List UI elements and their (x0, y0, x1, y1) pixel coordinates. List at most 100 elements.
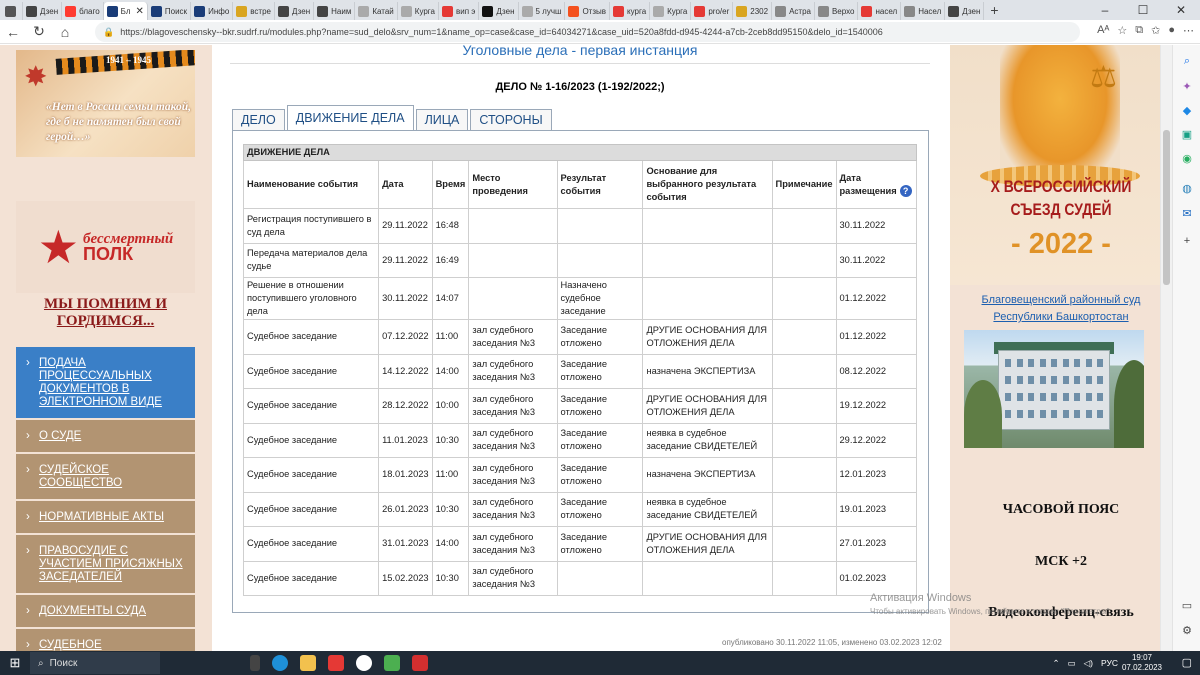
reload-icon[interactable]: ↻ (26, 23, 52, 40)
sidebar-menu-item[interactable]: › О СУДЕ (16, 420, 195, 454)
yandex-icon[interactable] (328, 655, 344, 671)
favorite-star-icon[interactable]: ☆ (1117, 24, 1127, 37)
table-row: Судебное заседание 28.12.2022 10:00 зал суд… (242, 388, 917, 424)
case-tab[interactable]: СТОРОНЫ (470, 109, 552, 131)
edge-browser-icon[interactable] (272, 655, 288, 671)
minimize-button[interactable]: – (1086, 0, 1124, 20)
sidebar-menu-item[interactable]: › ПОДАЧА ПРОЦЕССУАЛЬНЫХ ДОКУМЕНТОВ В ЭЛЕК… (16, 347, 195, 420)
read-aloud-icon[interactable]: Aᴬ (1097, 24, 1109, 37)
scrollbar-thumb[interactable] (1163, 130, 1170, 285)
case-tab[interactable]: ДЕЛО (232, 109, 285, 131)
tag-icon[interactable]: ◆ (1181, 105, 1193, 117)
case-tab[interactable]: ДВИЖЕНИЕ ДЕЛА (286, 105, 414, 132)
browser-tab[interactable]: 2302 (733, 2, 773, 20)
tab-label: Курга (414, 6, 435, 16)
browser-tab[interactable]: благо (62, 2, 104, 20)
search-icon[interactable]: ⌕ (1181, 55, 1193, 67)
browser-tab[interactable]: Дзен (479, 2, 519, 20)
building-facade (998, 350, 1110, 430)
file-explorer-icon[interactable] (300, 655, 316, 671)
browser-tab[interactable]: Курга (398, 2, 439, 20)
games-icon[interactable]: ◉ (1181, 153, 1193, 165)
browser-tab[interactable]: насел (858, 2, 902, 20)
home-icon[interactable]: ⌂ (52, 24, 78, 40)
taskbar-search[interactable]: ⌕ Поиск (30, 652, 160, 674)
tray-chevron-icon[interactable]: ⌃ (1052, 658, 1059, 669)
browser-tab[interactable]: Дзен (945, 2, 985, 20)
profile-avatar[interactable]: ● (1168, 24, 1175, 37)
immortal-regiment-banner[interactable]: ★ бессмертный ПОЛК (16, 201, 195, 293)
toolbox-icon[interactable]: ▣ (1181, 129, 1193, 141)
sidebar-menu-item[interactable]: › НОРМАТИВНЫЕ АКТЫ (16, 501, 195, 535)
tab-favicon-icon (694, 5, 706, 17)
browser-tab[interactable]: 5 лучш (519, 2, 566, 20)
right-sidebar: ⚖ X ВСЕРОССИЙСКИЙ СЪЕЗД СУДЕЙ - 2022 - Б… (950, 45, 1172, 651)
table-cell (771, 388, 837, 424)
sidebar-menu-item[interactable]: › СУДЕБНОЕ (16, 629, 195, 651)
volume-icon[interactable]: ◁) (1084, 658, 1093, 669)
browser-tab[interactable]: Верхо (815, 2, 859, 20)
table-cell: 11:00 (431, 319, 470, 355)
close-window-button[interactable]: ✕ (1162, 0, 1200, 20)
settings-gear-icon[interactable]: ⚙ (1181, 625, 1193, 637)
chevron-right-icon: › (26, 464, 30, 476)
browser-tab[interactable]: Дзен (23, 2, 63, 20)
sidebar-menu-item[interactable]: › СУДЕЙСКОЕ СООБЩЕСТВО (16, 454, 195, 501)
browser-tab[interactable]: Астра (772, 2, 815, 20)
court-name-link[interactable]: Благовещенский районный суд Республики Б… (950, 292, 1172, 326)
office-icon[interactable]: ◍ (1181, 183, 1193, 195)
browser-tab[interactable]: Катай (355, 2, 398, 20)
browser-tab[interactable]: курга (610, 2, 651, 20)
browser-tab[interactable] (2, 2, 23, 20)
table-row: Решение в отношении поступившего уголовн… (242, 277, 917, 320)
collections-icon[interactable]: ⧉ (1135, 24, 1143, 37)
browser-tab[interactable]: Дзен (275, 2, 315, 20)
help-icon[interactable]: ? (899, 185, 912, 198)
browser-tab[interactable]: вип э (439, 2, 480, 20)
victory-day-banner[interactable]: 1941 – 1945 ✸ «Нет в России семьи такой,… (16, 50, 195, 157)
network-icon[interactable]: ▭ (1068, 658, 1076, 669)
table-cell: Решение в отношении поступившего уголовн… (242, 277, 380, 320)
task-view-icon[interactable] (250, 655, 260, 671)
notifications-icon[interactable]: ▢ (1182, 656, 1192, 669)
table-cell: Судебное заседание (242, 560, 380, 596)
browser-tab[interactable]: Поиск (148, 2, 192, 20)
browser-tab[interactable]: pro/er (691, 2, 734, 20)
browser-tab[interactable]: Инфо (191, 2, 234, 20)
new-tab-button[interactable]: + (984, 2, 1004, 18)
browser-tab[interactable]: Насел (901, 2, 946, 20)
maximize-button[interactable]: ☐ (1124, 0, 1162, 20)
browser-tab[interactable]: Наим (314, 2, 356, 20)
more-menu-icon[interactable]: ⋯ (1183, 24, 1194, 37)
we-remember-link[interactable]: МЫ ПОМНИМ И ГОРДИМСЯ... (16, 296, 195, 330)
table-cell (642, 208, 773, 244)
judges-congress-banner[interactable]: ⚖ X ВСЕРОССИЙСКИЙ СЪЕЗД СУДЕЙ - 2022 - (950, 45, 1172, 285)
browser-tab[interactable]: Курга (650, 2, 692, 20)
back-icon[interactable]: ← (0, 24, 26, 40)
page-scrollbar[interactable] (1160, 45, 1172, 651)
building-window (1074, 376, 1080, 384)
yandex-browser-icon[interactable] (356, 655, 372, 671)
building-window (1016, 359, 1023, 367)
outlook-icon[interactable]: ✉ (1181, 208, 1193, 220)
sidebar-layout-icon[interactable]: ▭ (1181, 600, 1193, 612)
browser-tab[interactable]: встре (233, 2, 275, 20)
browser-tab[interactable]: Отзыв (565, 2, 610, 20)
favorites-icon[interactable]: ✩ (1151, 24, 1160, 37)
app-icon[interactable] (384, 655, 400, 671)
language-indicator[interactable]: РУС (1101, 658, 1118, 668)
tab-favicon-icon (317, 5, 329, 17)
sidebar-menu-item[interactable]: › ДОКУМЕНТЫ СУДА (16, 595, 195, 629)
taskbar-clock[interactable]: 19:07 07.02.2023 (1122, 653, 1162, 673)
add-icon[interactable]: + (1181, 235, 1193, 247)
close-tab-icon[interactable]: ✕ (136, 6, 144, 17)
sparkle-icon[interactable]: ✦ (1181, 81, 1193, 93)
browser-tab[interactable]: Бл ✕ (103, 2, 148, 20)
windows-start-icon[interactable]: ⊞ (0, 655, 30, 671)
case-tab[interactable]: ЛИЦА (415, 109, 469, 131)
trees-right (1114, 360, 1144, 448)
tab-favicon-icon (613, 5, 624, 17)
app-icon-2[interactable] (412, 655, 428, 671)
sidebar-menu-item[interactable]: › ПРАВОСУДИЕ С УЧАСТИЕМ ПРИСЯЖНЫХ ЗАСЕДАТ… (16, 535, 195, 595)
url-field[interactable]: 🔒 https://blagoveschensky--bkr.sudrf.ru/… (95, 22, 1080, 42)
